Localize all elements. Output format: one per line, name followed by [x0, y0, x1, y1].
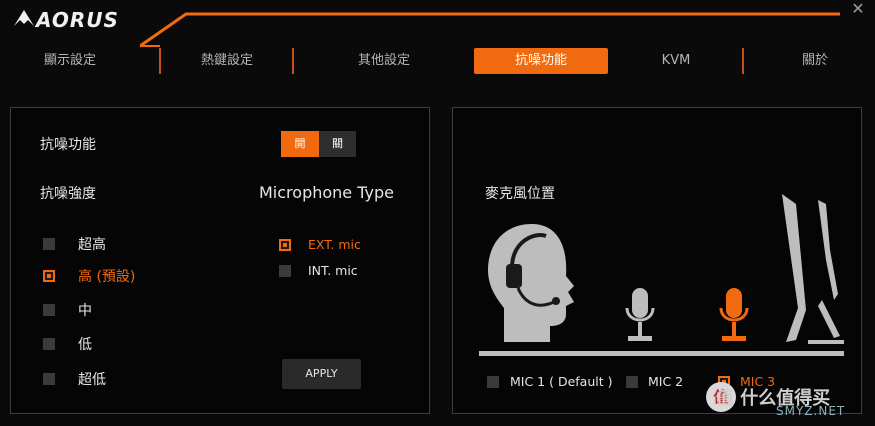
- watermark: 值 值 什么值得买 SMYZ.NET: [706, 380, 866, 422]
- mic-type-int[interactable]: INT. mic: [279, 263, 379, 280]
- tab-about[interactable]: 關於: [765, 48, 865, 74]
- headset-user-icon: [488, 224, 574, 342]
- strength-label: 抗噪強度: [40, 186, 96, 202]
- tab-other-settings[interactable]: 其他設定: [334, 48, 434, 74]
- strength-option-low[interactable]: 低: [43, 336, 163, 353]
- brand-name: AORUS: [36, 8, 119, 32]
- tab-hotkey-settings[interactable]: 熱鍵設定: [177, 48, 277, 74]
- option-label: 低: [78, 337, 92, 353]
- tab-separator: [742, 48, 744, 74]
- checkbox[interactable]: [626, 376, 638, 388]
- checkbox[interactable]: [43, 238, 55, 250]
- toggle-on-button[interactable]: 開: [281, 131, 319, 157]
- checkbox-checked[interactable]: [43, 270, 55, 282]
- tab-kvm[interactable]: KVM: [626, 48, 726, 74]
- option-label: MIC 2: [648, 374, 684, 389]
- option-label: EXT. mic: [308, 237, 361, 252]
- aorus-logo: AORUS: [12, 4, 142, 34]
- strength-option-ultra-low[interactable]: 超低: [43, 371, 163, 388]
- monitor-icon: [782, 194, 844, 344]
- checkbox[interactable]: [43, 304, 55, 316]
- mic-type-ext[interactable]: EXT. mic: [279, 237, 379, 254]
- mic-3-icon: [719, 288, 749, 341]
- noise-cancel-label: 抗噪功能: [40, 137, 96, 153]
- strength-option-high[interactable]: 高 (預設): [43, 268, 163, 285]
- checkbox[interactable]: [487, 376, 499, 388]
- strength-option-medium[interactable]: 中: [43, 302, 163, 319]
- strength-option-ultra-high[interactable]: 超高: [43, 236, 163, 253]
- option-label: 超低: [78, 372, 106, 388]
- option-label: MIC 1 ( Default ): [510, 374, 613, 389]
- checkbox-checked[interactable]: [279, 239, 291, 251]
- tab-display-settings[interactable]: 顯示設定: [20, 48, 120, 74]
- desk-line: [479, 351, 844, 356]
- tab-noise-cancel[interactable]: 抗噪功能: [474, 48, 608, 74]
- mic-2-icon: [625, 288, 655, 341]
- option-label: 高 (預設): [78, 269, 136, 285]
- option-label: 超高: [78, 237, 106, 253]
- mic-option-2[interactable]: MIC 2: [626, 374, 696, 390]
- apply-button[interactable]: APPLY: [282, 359, 361, 389]
- mic-option-1[interactable]: MIC 1 ( Default ): [487, 374, 617, 390]
- toggle-off-button[interactable]: 關: [319, 131, 356, 157]
- checkbox[interactable]: [43, 373, 55, 385]
- close-icon: ✕: [851, 0, 865, 18]
- option-label: 中: [78, 303, 92, 319]
- close-button[interactable]: ✕: [849, 0, 867, 18]
- watermark-sub: SMYZ.NET: [776, 404, 846, 418]
- aorus-wing-icon: [14, 10, 34, 26]
- header-accent-line: [140, 12, 840, 48]
- tab-separator: [159, 48, 161, 74]
- tab-separator: [292, 48, 294, 74]
- checkbox[interactable]: [43, 338, 55, 350]
- checkbox[interactable]: [279, 265, 291, 277]
- mic-type-label: Microphone Type: [259, 183, 394, 202]
- mic-position-title: 麥克風位置: [485, 186, 555, 202]
- option-label: INT. mic: [308, 263, 358, 278]
